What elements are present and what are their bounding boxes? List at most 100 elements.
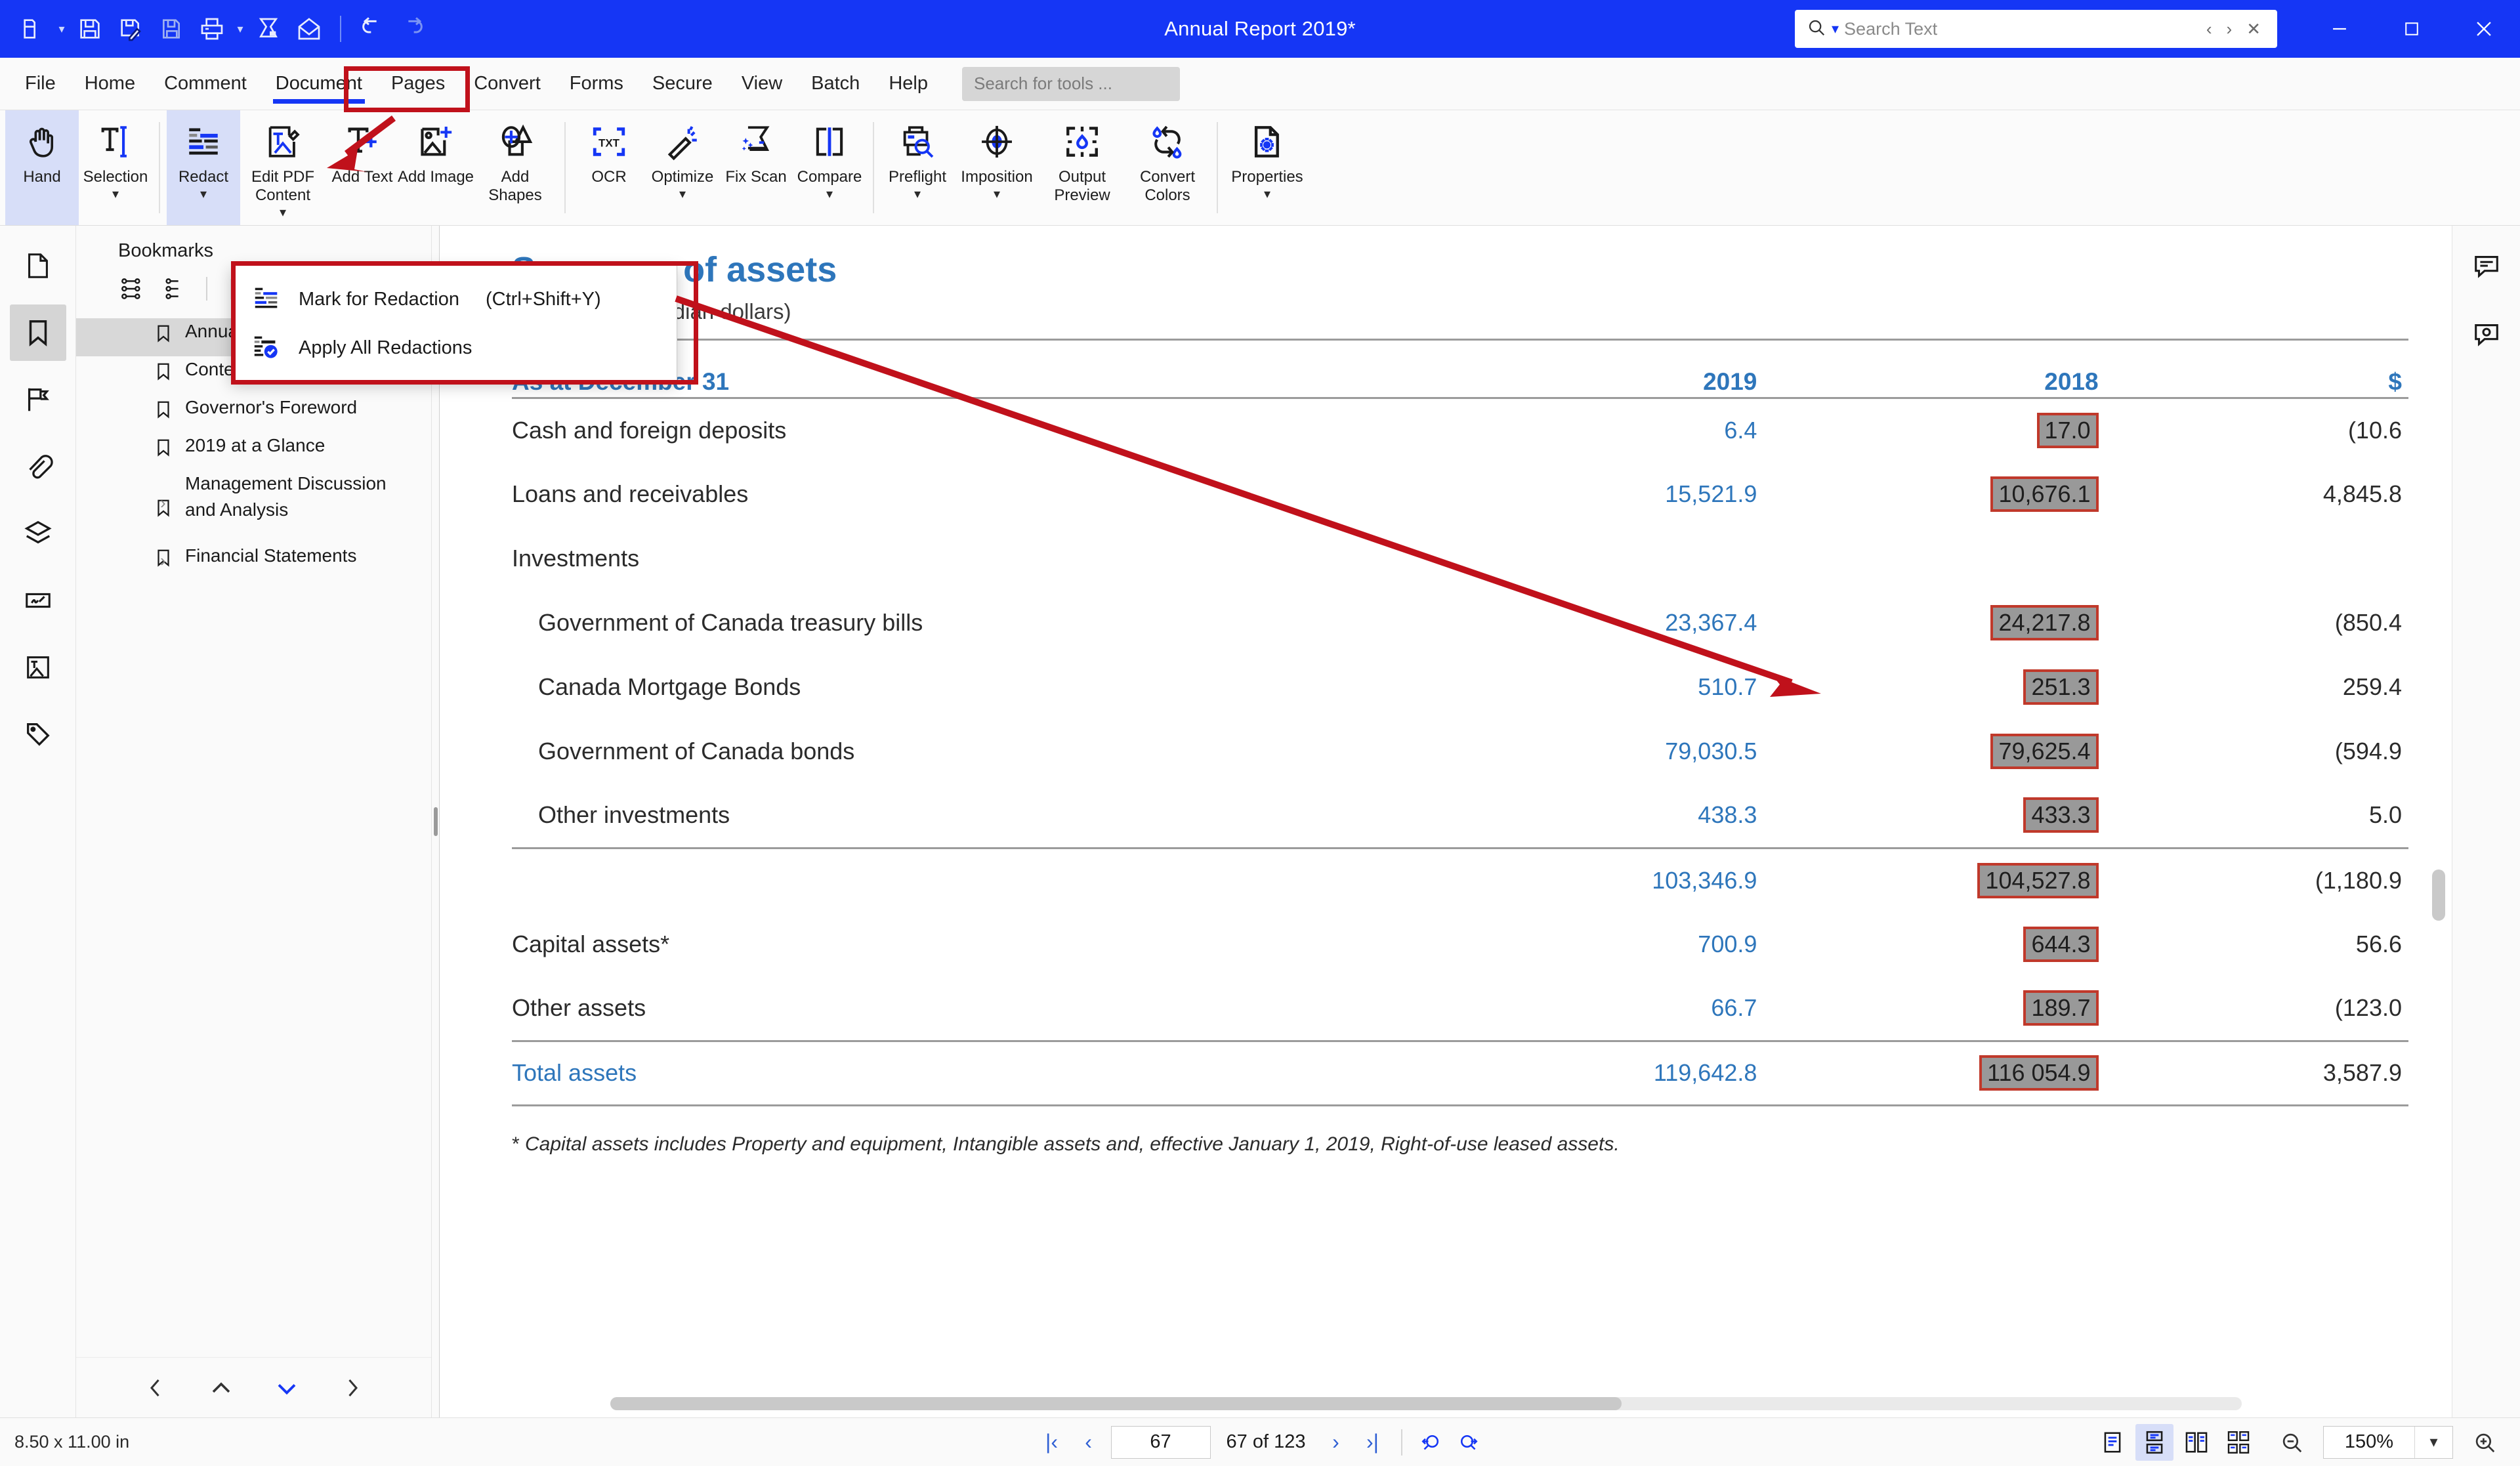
ribbon-button-hand[interactable]: Hand [5,110,79,225]
search-input[interactable]: Search Text [1844,19,2196,39]
previous-bookmark-icon[interactable] [138,1370,173,1406]
redaction-mark[interactable]: 433.3 [2023,797,2099,833]
window-maximize-button[interactable] [2376,0,2448,58]
review-panel-icon[interactable] [2458,306,2515,362]
bookmark-item-governors-foreword[interactable]: Governor's Foreword [76,394,431,432]
zoom-in-button[interactable] [2466,1424,2503,1461]
document-canvas[interactable]: Summary of assets (millions of Canadian … [440,226,2452,1417]
two-page-view-icon[interactable] [2177,1424,2216,1461]
signature-icon[interactable] [10,572,66,629]
menu-item-pages[interactable]: Pages [377,64,459,104]
expand-all-icon[interactable] [114,271,150,306]
ribbon-button-add-image[interactable]: Add Image [398,110,474,225]
row-value-2018-redacted[interactable]: 17.0 [1763,398,2105,462]
menu-item-secure[interactable]: Secure [638,64,727,104]
bookmark-item-2019-at-a-glance[interactable]: 2019 at a Glance [76,432,431,471]
previous-page-button[interactable]: ‹ [1070,1424,1107,1461]
zoom-out-button[interactable] [2273,1424,2310,1461]
row-value-2018-redacted[interactable]: 433.3 [1763,784,2105,848]
ribbon-button-ocr[interactable]: TXT OCR [572,110,646,225]
menu-item-apply-all-redactions[interactable]: Apply All Redactions [232,324,677,372]
row-value-2018-redacted[interactable]: 10,676.1 [1763,462,2105,526]
collapse-all-icon[interactable] [156,271,192,306]
two-page-continuous-view-icon[interactable] [2219,1424,2258,1461]
ribbon-button-imposition[interactable]: Imposition ▾ [954,110,1040,225]
redaction-mark[interactable]: 189.7 [2023,990,2099,1026]
save-copy-icon[interactable] [152,10,190,48]
search-clear-icon[interactable]: ✕ [2242,19,2265,39]
vertical-scrollbar[interactable] [2432,226,2446,1417]
ribbon-button-properties[interactable]: Properties ▾ [1225,110,1310,225]
edit-content-chevron-down-icon[interactable]: ▾ [280,206,286,219]
redact-dropdown-menu[interactable]: Mark for Redaction (Ctrl+Shift+Y) Apply … [231,265,677,382]
next-page-button[interactable]: › [1317,1424,1354,1461]
ribbon-button-selection[interactable]: Selection ▾ [79,110,152,225]
tool-search-input[interactable]: Search for tools ... [961,66,1180,101]
ribbon-button-edit-pdf-content[interactable]: Edit PDF Content ▾ [240,110,326,225]
zoom-next-view-icon[interactable] [1450,1424,1486,1461]
row-value-2018-redacted[interactable]: 644.3 [1763,912,2105,976]
menu-item-comment[interactable]: Comment [150,64,261,104]
zoom-chevron-down-icon[interactable]: ▾ [2414,1426,2452,1458]
move-down-icon[interactable] [269,1370,304,1406]
bookmark-item-management-discussion[interactable]: › Management Discussion and Analysis [76,471,431,543]
print-icon[interactable] [193,10,231,48]
pages-thumbnails-icon[interactable] [10,238,66,294]
move-up-icon[interactable] [203,1370,239,1406]
horizontal-scrollbar[interactable] [440,1395,2452,1412]
bookmark-item-financial-statements[interactable]: › Financial Statements [76,543,431,581]
search-text-box[interactable]: ▾ Search Text ‹ › ✕ [1795,10,2277,48]
layers-icon[interactable] [10,505,66,562]
compare-chevron-down-icon[interactable]: ▾ [826,188,833,201]
scan-icon[interactable] [249,10,287,48]
redaction-mark[interactable]: 116 054.9 [1979,1055,2099,1091]
bookmarks-icon[interactable] [9,304,66,361]
horizontal-scrollbar-thumb[interactable] [610,1397,1622,1410]
redaction-mark[interactable]: 644.3 [2023,927,2099,962]
redaction-mark[interactable]: 79,625.4 [1990,734,2099,769]
ribbon-button-convert-colors[interactable]: Convert Colors [1125,110,1210,225]
ribbon-button-output-preview[interactable]: Output Preview [1040,110,1125,225]
redaction-mark[interactable]: 24,217.8 [1990,605,2099,640]
open-file-chevron-down-icon[interactable]: ▾ [55,10,68,48]
search-prev-icon[interactable]: ‹ [2202,19,2217,39]
continuous-scroll-view-icon[interactable] [2135,1423,2174,1461]
menu-item-home[interactable]: Home [70,64,150,104]
subtotal-value-2018-redacted[interactable]: 104,527.8 [1763,847,2105,912]
ribbon-button-compare[interactable]: Compare ▾ [793,110,866,225]
ribbon-button-preflight[interactable]: Preflight ▾ [881,110,954,225]
redaction-mark[interactable]: 251.3 [2023,669,2099,705]
attachments-paperclip-icon[interactable] [10,438,66,495]
page-number-input[interactable]: 67 [1110,1425,1211,1459]
annotations-flag-icon[interactable] [10,371,66,428]
imposition-chevron-down-icon[interactable]: ▾ [994,188,1000,201]
zoom-previous-view-icon[interactable] [1413,1424,1450,1461]
ribbon-button-fix-scan[interactable]: Fix Scan ▾ [719,110,793,225]
last-page-button[interactable]: ›| [1354,1424,1391,1461]
horizontal-scrollbar-track[interactable] [610,1397,2242,1410]
menu-item-file[interactable]: File [10,64,70,104]
image-text-icon[interactable] [10,639,66,696]
optimize-chevron-down-icon[interactable]: ▾ [679,188,686,201]
first-page-button[interactable]: |‹ [1034,1424,1070,1461]
menu-item-help[interactable]: Help [874,64,942,104]
redaction-mark[interactable]: 17.0 [2036,412,2099,448]
chevron-right-icon[interactable]: › [160,493,178,513]
row-value-2018-redacted[interactable]: 24,217.8 [1763,591,2105,655]
zoom-level-select[interactable]: 150% ▾ [2323,1425,2453,1459]
menu-item-forms[interactable]: Forms [555,64,638,104]
undo-icon[interactable] [353,10,391,48]
menu-item-convert[interactable]: Convert [459,64,555,104]
ribbon-button-add-shapes[interactable]: Add Shapes [472,110,558,225]
redact-chevron-down-icon[interactable]: ▾ [200,188,207,201]
search-next-icon[interactable]: › [2222,19,2237,39]
ribbon-button-redact[interactable]: Redact ▾ [167,110,240,225]
total-value-2018-redacted[interactable]: 116 054.9 [1763,1039,2105,1106]
print-chevron-down-icon[interactable]: ▾ [234,10,247,48]
properties-chevron-down-icon[interactable]: ▾ [1264,188,1270,201]
splitter-grip[interactable] [434,807,438,836]
next-bookmark-icon[interactable] [335,1370,370,1406]
open-file-icon[interactable] [14,10,52,48]
menu-item-mark-for-redaction[interactable]: Mark for Redaction (Ctrl+Shift+Y) [232,275,677,324]
window-close-button[interactable] [2448,0,2520,58]
